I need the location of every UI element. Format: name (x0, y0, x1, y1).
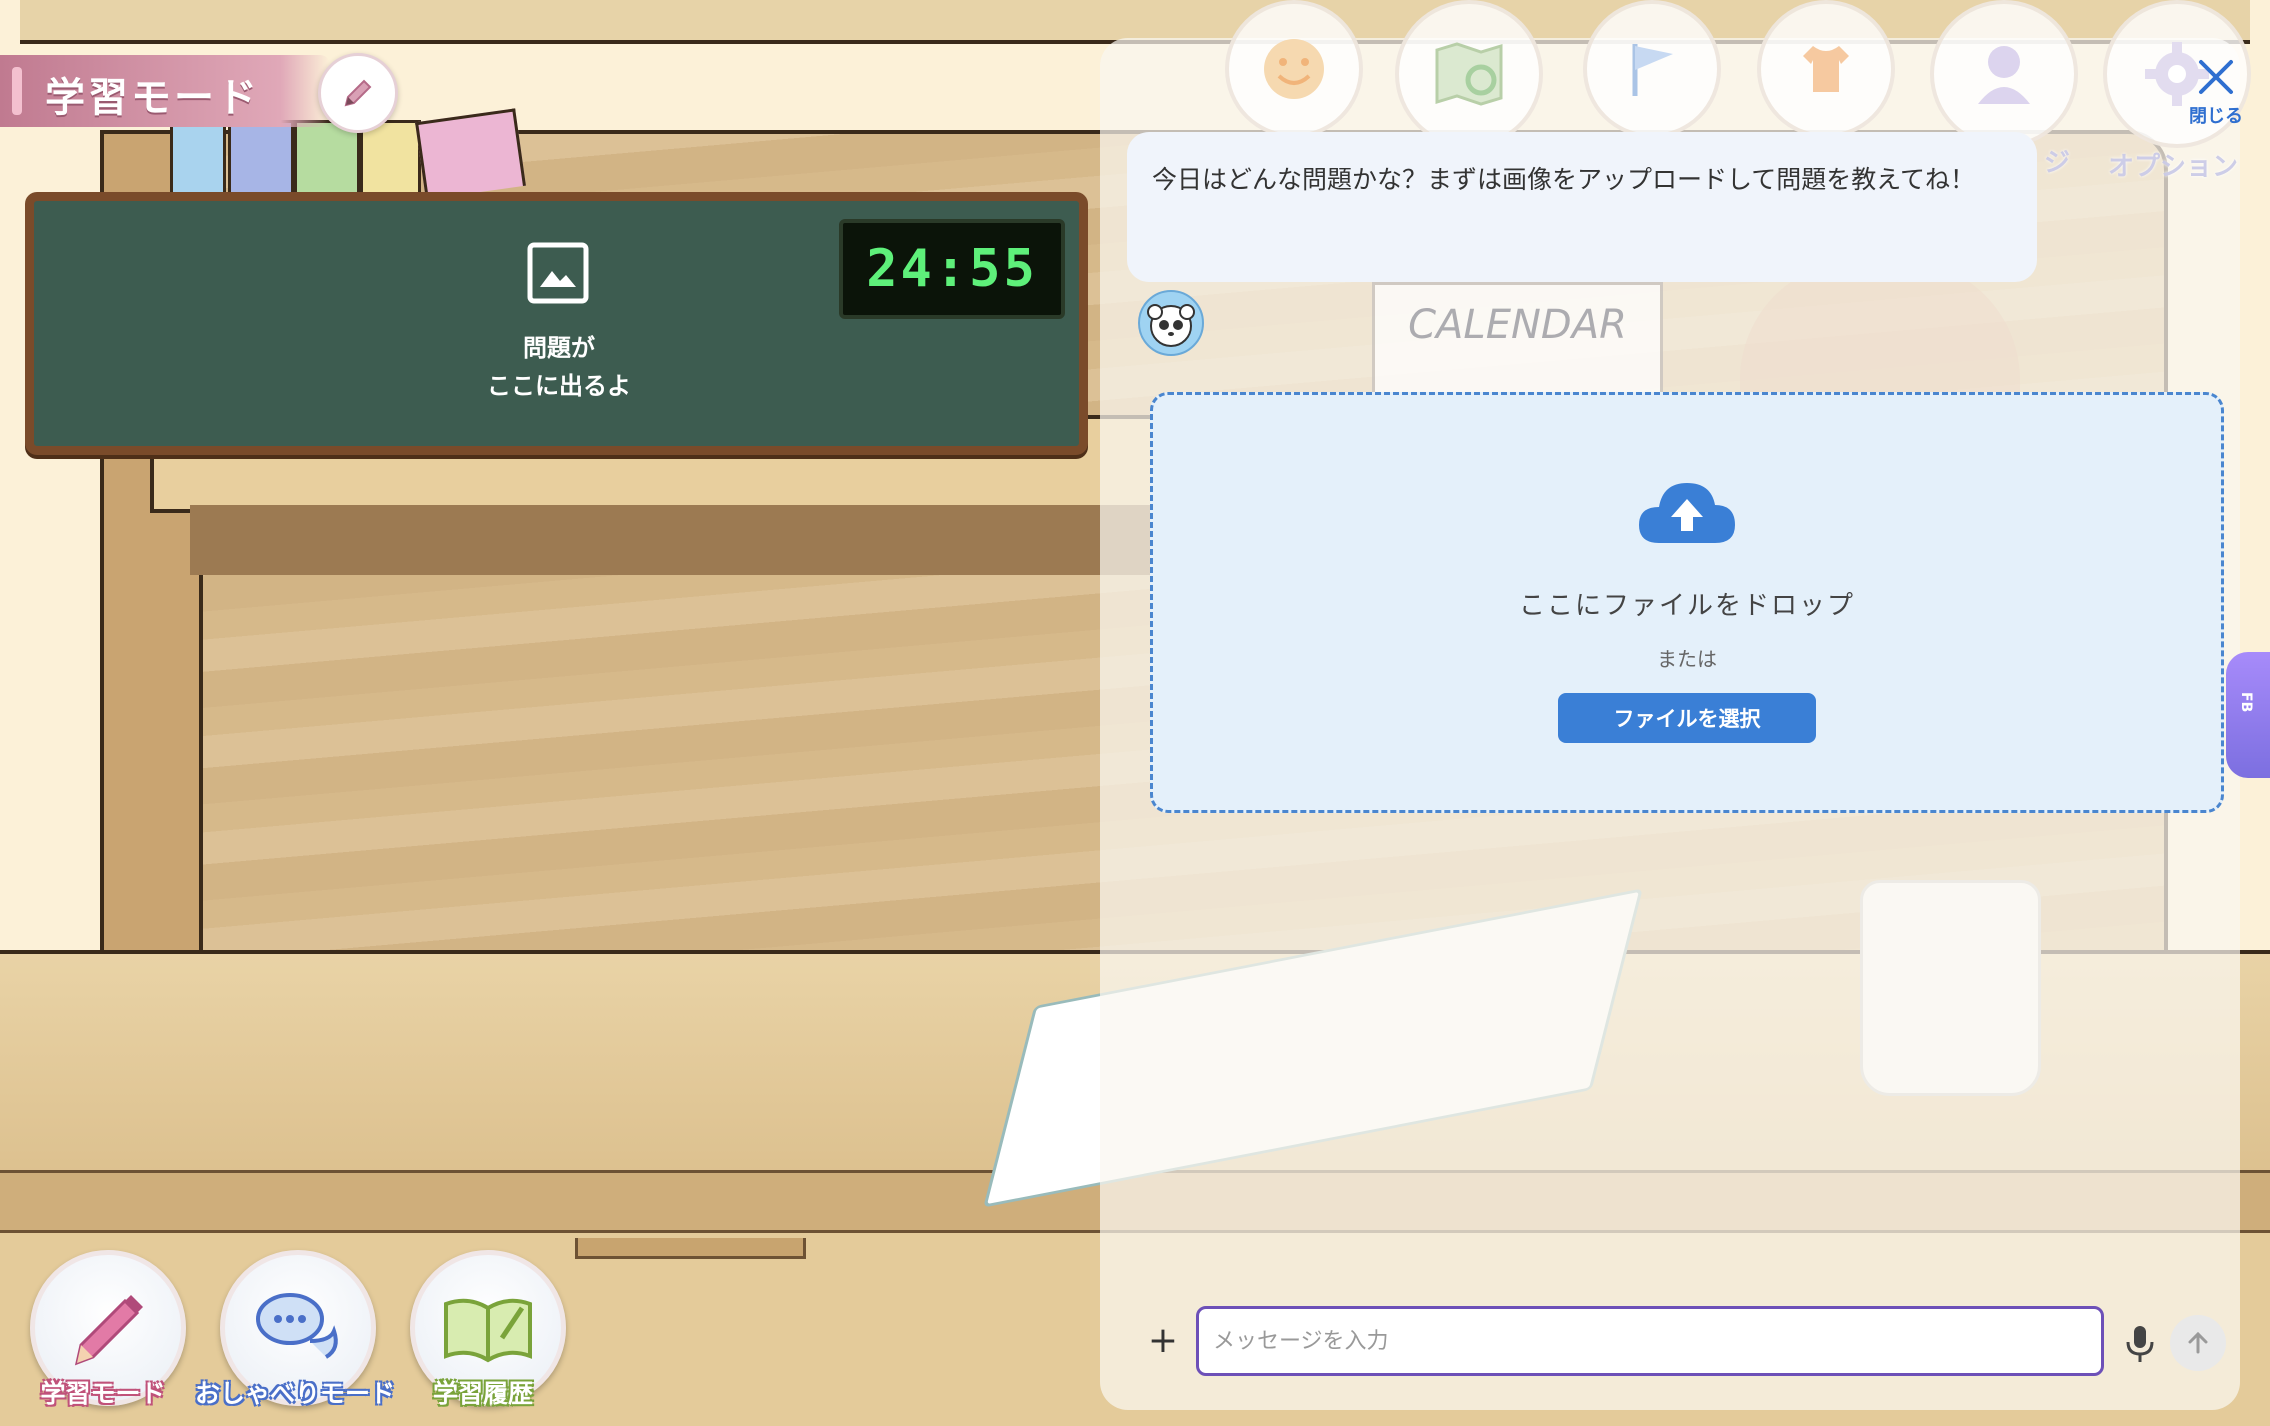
assistant-message: 今日はどんな問題かな？まずは画像をアップロードして問題を教えてね！ (1127, 132, 2037, 282)
problem-board: 問題が ここに出るよ 24:55 (25, 192, 1088, 455)
banner-stripe (12, 67, 22, 115)
book-spine (360, 120, 421, 198)
microphone-icon (2126, 1326, 2154, 1362)
mode-title-banner: 学習モード (0, 55, 330, 127)
close-icon (2199, 60, 2233, 94)
book-icon (444, 1298, 532, 1363)
image-icon (527, 242, 589, 304)
send-button[interactable] (2170, 1315, 2226, 1371)
pencil-icon (344, 79, 372, 107)
calendar-decoration: CALENDAR (1372, 282, 1663, 398)
assistant-avatar (1138, 290, 1204, 356)
user-icon (1978, 46, 2030, 104)
select-file-button[interactable]: ファイルを選択 (1558, 693, 1816, 743)
mascot-icon (1147, 304, 1195, 347)
attach-button[interactable]: + (1140, 1318, 1186, 1364)
timer-display: 24:55 (839, 219, 1065, 319)
voice-input-button[interactable] (2120, 1320, 2160, 1366)
close-label: 閉じる (2189, 106, 2243, 127)
drop-instruction: ここにファイルをドロップ (1518, 591, 1855, 621)
feedback-tab[interactable]: FB (2226, 652, 2270, 778)
pencil-icon (74, 1295, 143, 1366)
mode-title: 学習モード (45, 75, 260, 121)
book-spine (415, 108, 526, 200)
close-button[interactable]: 閉じる (2178, 52, 2254, 132)
chat-mode-label: おしゃべりモード (194, 1379, 395, 1408)
edit-button[interactable] (318, 53, 398, 133)
arrow-up-icon (2188, 1331, 2208, 1354)
assistant-message-text: 今日はどんな問題かな？まずは画像をアップロードして問題を教えてね！ (1152, 165, 1976, 194)
problem-placeholder: 問題が ここに出るよ (487, 334, 631, 400)
book-spine (170, 120, 226, 198)
mood-button[interactable] (1225, 0, 1363, 138)
chat-bubbles-icon (256, 1293, 338, 1359)
file-dropzone[interactable]: ここにファイルをドロップ または ファイルを選択 (1150, 392, 2224, 813)
flag-icon (1632, 44, 1673, 96)
feedback-label: FB (2238, 692, 2254, 713)
map-button[interactable] (1395, 0, 1543, 148)
dress-up-button[interactable] (1757, 0, 1895, 138)
drawer-handle (575, 1238, 806, 1259)
study-mode-label: 学習モード (40, 1379, 166, 1408)
book-spine (228, 120, 294, 198)
message-input[interactable] (1196, 1306, 2104, 1376)
options-label: オプション (2107, 152, 2238, 182)
cloud-upload-icon (1639, 483, 1735, 543)
smiley-icon (1264, 39, 1324, 99)
or-text: または (1657, 647, 1717, 671)
shirt-icon (1803, 46, 1849, 92)
goal-button[interactable] (1583, 0, 1721, 138)
plus-icon: + (1147, 1320, 1179, 1361)
profile-button[interactable] (1930, 0, 2078, 148)
history-label: 学習履歴 (432, 1379, 533, 1408)
map-search-icon (1435, 42, 1503, 106)
